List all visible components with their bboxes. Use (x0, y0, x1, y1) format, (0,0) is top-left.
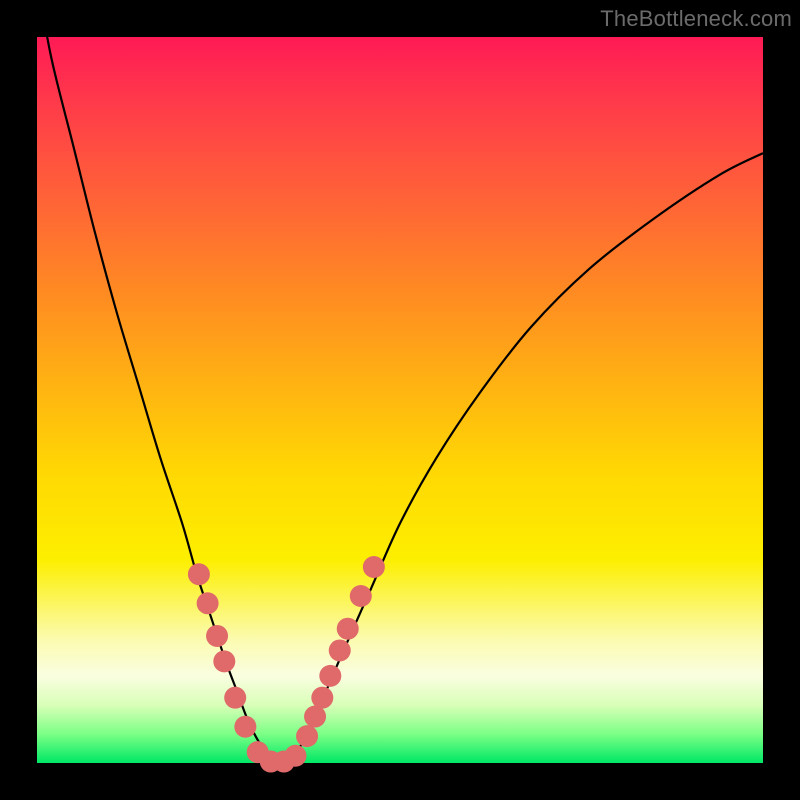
highlight-dot (304, 706, 326, 728)
highlight-dot (213, 650, 235, 672)
highlight-dot (329, 639, 351, 661)
highlight-dot (363, 556, 385, 578)
chart-overlay (37, 37, 763, 763)
highlight-dot (319, 665, 341, 687)
highlight-dot (206, 625, 228, 647)
highlight-dot (234, 716, 256, 738)
highlight-dot (350, 585, 372, 607)
highlight-dot (337, 618, 359, 640)
highlight-dot (284, 745, 306, 767)
highlight-dots (188, 556, 385, 773)
watermark-text: TheBottleneck.com (600, 6, 792, 32)
highlight-dot (197, 592, 219, 614)
highlight-dot (311, 687, 333, 709)
highlight-dot (188, 563, 210, 585)
highlight-dot (296, 725, 318, 747)
bottleneck-curve (37, 0, 763, 763)
chart-frame: TheBottleneck.com (0, 0, 800, 800)
highlight-dot (224, 687, 246, 709)
